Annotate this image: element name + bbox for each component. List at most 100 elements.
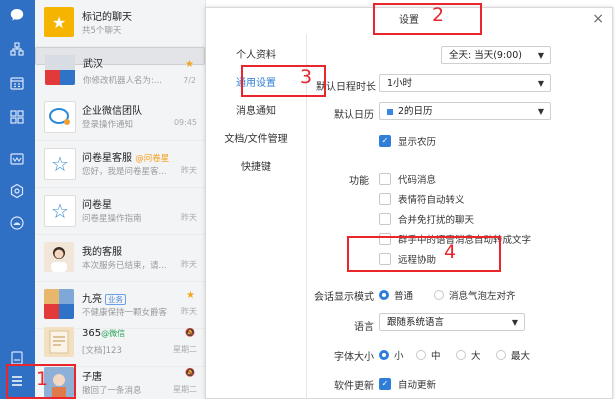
radio-selected-icon <box>379 290 389 300</box>
list-item[interactable]: ☆ 问卷星 问卷星操作指南 昨天 <box>35 188 205 235</box>
default-duration-value: 1小时 <box>387 78 413 89</box>
annotation-box-2 <box>373 3 482 35</box>
wecom-logo-icon <box>44 101 76 133</box>
update-label: 软件更新 <box>334 381 374 392</box>
feature-text: 代码消息 <box>398 175 437 186</box>
nav-shortcuts[interactable]: 快捷键 <box>206 158 306 173</box>
workday-select[interactable]: 全天: 当天(9:00) ▼ <box>441 46 551 64</box>
group-avatar <box>44 289 74 319</box>
default-calendar-label: 默认日历 <box>334 110 374 121</box>
chat-preview: 共5个聊天 <box>82 26 122 36</box>
chevron-down-icon: ▼ <box>537 51 544 60</box>
chat-name: 九亮 业务 <box>82 290 126 305</box>
radio-label: 中 <box>431 351 441 362</box>
chat-mode-normal-radio[interactable]: 普通 <box>379 288 413 302</box>
list-item[interactable]: 我的客服 本次服务已结束，请... 昨天 <box>35 235 205 282</box>
document-avatar <box>44 327 74 357</box>
annotation-number-3: 3 <box>300 66 313 88</box>
avatar <box>45 55 75 85</box>
language-value: 跟随系统语言 <box>387 317 445 328</box>
hexagon-app-icon[interactable] <box>8 182 26 200</box>
chat-preview: 本次服务已结束，请... <box>82 261 167 271</box>
chat-preview: 撤回了一条消息 <box>82 386 142 396</box>
checkbox-checked-icon: ✓ <box>379 135 391 147</box>
merge-dnd-checkbox[interactable]: 合并免打扰的聊天 <box>379 212 474 226</box>
chat-preview: 您好，我是问卷星客... <box>82 167 167 177</box>
chat-preview: [文档]123 <box>82 346 122 356</box>
radio-label: 普通 <box>394 291 414 302</box>
chat-name: 365@微信 <box>82 328 126 339</box>
mute-bell-icon: 🔕 <box>185 368 195 377</box>
chat-time: 昨天 <box>181 166 197 175</box>
workday-value: 全天: 当天(9:00) <box>449 50 522 61</box>
code-message-checkbox[interactable]: 代码消息 <box>379 172 436 186</box>
workbench-icon[interactable] <box>8 108 26 126</box>
chat-time: 7/2 <box>183 76 196 85</box>
chat-time: 昨天 <box>181 213 197 222</box>
chat-time: 星期二 <box>173 345 197 354</box>
chat-preview: 登录操作通知 <box>82 120 134 130</box>
cloud-drive-icon[interactable] <box>8 214 26 232</box>
nav-notifications[interactable]: 消息通知 <box>206 102 306 117</box>
chat-name: 问卷星 <box>82 200 112 211</box>
radio-icon <box>496 350 506 360</box>
list-item[interactable]: 武汉 你修改机器人名为:... ★ 7/2 <box>35 47 205 86</box>
calendar-icon[interactable] <box>8 74 26 92</box>
default-duration-select[interactable]: 1小时 ▼ <box>379 74 551 92</box>
list-item[interactable]: 企业微信团队 登录操作通知 09:45 <box>35 94 205 141</box>
radio-icon <box>456 350 466 360</box>
close-icon[interactable]: × <box>592 11 604 27</box>
font-large-radio[interactable]: 大 <box>456 348 481 362</box>
chat-name: 子唐 <box>82 372 102 383</box>
chat-time: 昨天 <box>181 307 197 316</box>
annotation-number-4: 4 <box>444 241 457 263</box>
wjx-star-icon: ☆ <box>44 195 76 227</box>
lunar-label: 显示农历 <box>398 137 437 148</box>
language-select[interactable]: 跟随系统语言 ▼ <box>379 313 525 331</box>
feature-text: 表情符自动转义 <box>398 195 465 206</box>
font-medium-radio[interactable]: 中 <box>416 348 441 362</box>
checkbox-icon <box>379 173 391 185</box>
default-calendar-select[interactable]: 2的日历 ▼ <box>379 102 551 120</box>
language-label: 语言 <box>354 322 374 333</box>
font-xlarge-radio[interactable]: 最大 <box>496 348 530 362</box>
feature-label: 功能 <box>349 176 369 187</box>
avatar <box>44 242 74 272</box>
email-icon[interactable] <box>8 150 26 168</box>
chevron-down-icon: ▼ <box>537 79 544 88</box>
chevron-down-icon: ▼ <box>511 318 518 327</box>
default-calendar-value: 2的日历 <box>398 106 433 117</box>
chat-name: 企业微信团队 <box>82 106 142 117</box>
radio-label: 大 <box>471 351 481 362</box>
auto-update-checkbox[interactable]: ✓ 自动更新 <box>379 377 436 391</box>
radio-label: 最大 <box>511 351 531 362</box>
list-item[interactable]: ☆ 问卷星客服 @问卷星 您好，我是问卷星客... 昨天 <box>35 141 205 188</box>
checkbox-checked-icon: ✓ <box>379 378 391 390</box>
radio-label: 消息气泡左对齐 <box>449 291 516 302</box>
calendar-color-swatch <box>387 108 393 115</box>
chat-mode-label: 会话显示模式 <box>314 292 374 303</box>
annotation-box-3 <box>241 65 326 97</box>
chat-list: ★ 标记的聊天 共5个聊天 武汉 你修改机器人名为:... ★ 7/2 企业微信… <box>35 0 206 399</box>
lunar-checkbox[interactable]: ✓ 显示农历 <box>379 134 436 148</box>
emoji-escape-checkbox[interactable]: 表情符自动转义 <box>379 192 465 206</box>
radio-icon <box>416 350 426 360</box>
auto-update-text: 自动更新 <box>398 380 437 391</box>
chat-name: 问卷星客服 @问卷星 <box>82 153 170 164</box>
annotation-number-2: 2 <box>432 4 445 26</box>
chat-icon[interactable] <box>8 6 26 24</box>
chat-name: 标记的聊天 <box>82 12 132 23</box>
star-icon: ★ <box>186 290 195 301</box>
contacts-icon[interactable] <box>8 40 26 58</box>
list-item[interactable]: ★ 标记的聊天 共5个聊天 <box>35 0 205 47</box>
wjx-star-icon: ☆ <box>44 148 76 180</box>
chat-preview: 不健康保持一颗女爵客 <box>82 308 168 318</box>
nav-profile[interactable]: 个人资料 <box>206 46 306 61</box>
chat-preview: 你修改机器人名为:... <box>83 76 162 86</box>
nav-files[interactable]: 文档/文件管理 <box>206 130 306 145</box>
font-small-radio[interactable]: 小 <box>379 348 404 362</box>
chat-preview: 问卷星操作指南 <box>82 214 142 224</box>
checkbox-icon <box>379 213 391 225</box>
chevron-down-icon: ▼ <box>537 107 544 116</box>
chat-mode-bubble-radio[interactable]: 消息气泡左对齐 <box>434 288 516 302</box>
